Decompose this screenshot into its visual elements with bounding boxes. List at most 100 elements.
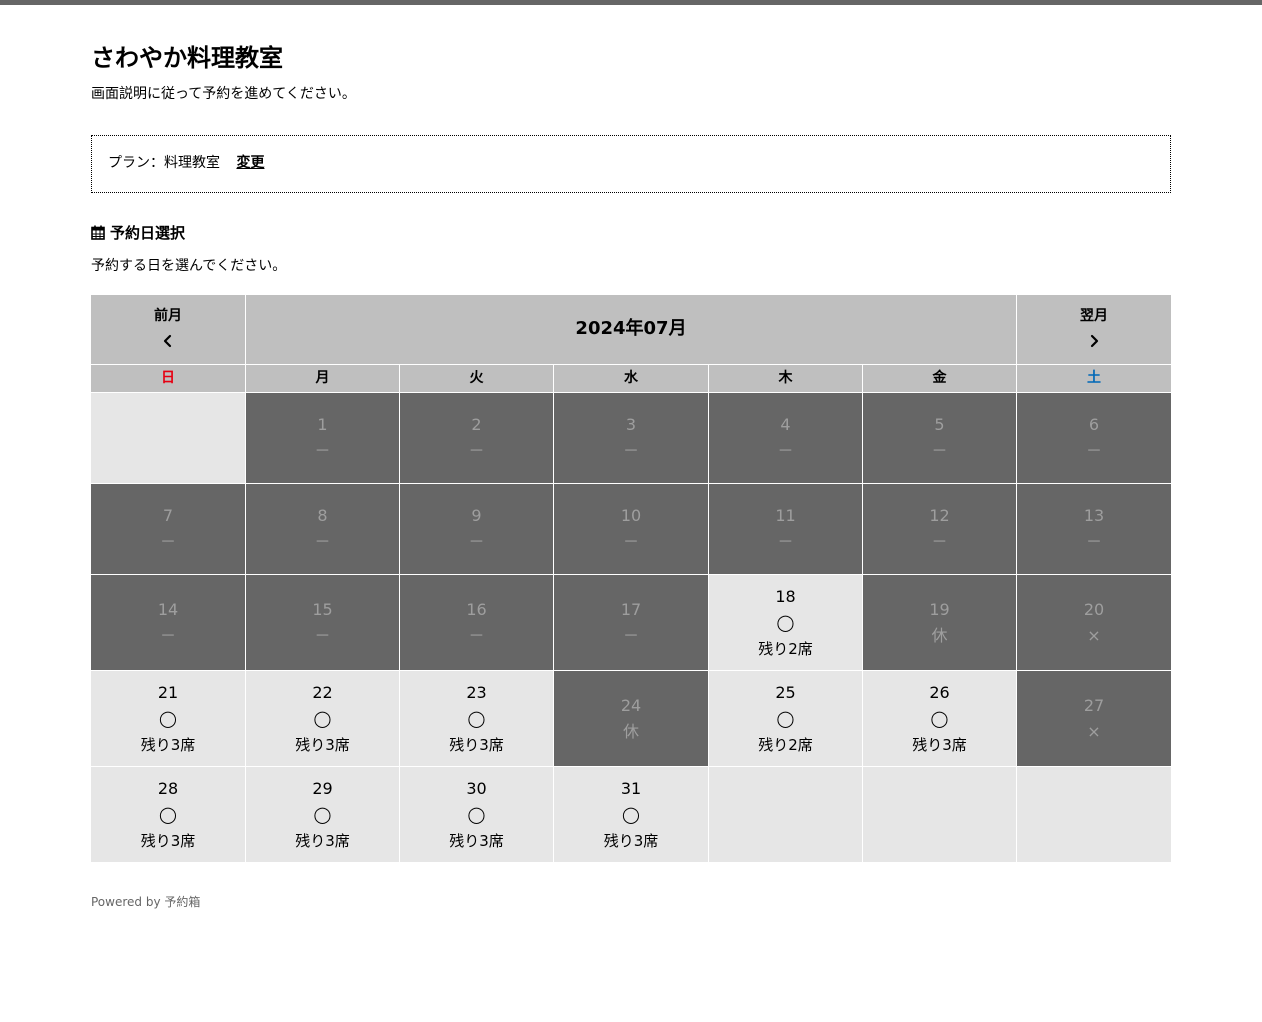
day-number: 3 [625,415,637,434]
calendar-day-unavailable: 9 － [400,484,553,574]
day-number: 16 [466,600,487,619]
calendar-day-unavailable: 4 － [709,393,862,483]
weekday-header-row: 日月火水木金土 [91,365,1171,392]
calendar-day-unavailable: 19 休 [863,575,1016,670]
day-number: 30 [466,779,487,798]
day-number: 17 [620,600,642,619]
calendar-day-unavailable: 24 休 [554,671,708,766]
calendar-day-available[interactable]: 30 ◯ 残り3席 [400,767,553,862]
day-number: 29 [312,779,333,798]
day-availability-mark: ◯ [930,709,949,728]
calendar-day-unavailable: 27 × [1017,671,1171,766]
day-availability-mark: ◯ [159,805,177,824]
day-availability-mark: ◯ [776,709,795,728]
day-number: 12 [929,506,950,525]
day-number: 14 [157,600,179,619]
day-availability-mark: － [159,626,176,645]
day-remaining-seats: 残り3席 [603,832,659,850]
chevron-left-icon [163,334,172,348]
calendar-day-unavailable: 20 × [1017,575,1171,670]
calendar-day-available[interactable]: 18 ◯ 残り2席 [709,575,862,670]
day-remaining-seats: 残り3席 [295,736,350,754]
calendar-empty-cell [863,767,1016,862]
day-number: 18 [775,587,796,606]
date-section-title: 予約日選択 [110,223,186,242]
day-number: 28 [157,779,179,798]
calendar-day-unavailable: 8 － [246,484,399,574]
day-number: 21 [157,683,179,702]
calendar-day-unavailable: 14 － [91,575,245,670]
calendar-month: 2024年07月 [246,295,1016,364]
prev-month-label: 前月 [154,308,182,324]
day-availability-mark: － [314,532,331,551]
day-number: 26 [929,683,950,702]
day-availability-mark: － [622,626,639,645]
calendar-day-available[interactable]: 31 ◯ 残り3席 [554,767,708,862]
weekday-header: 月 [246,365,399,392]
calendar-empty-cell [1017,767,1171,862]
calendar-day-available[interactable]: 25 ◯ 残り2席 [709,671,862,766]
day-number: 20 [1083,600,1105,619]
calendar-day-available[interactable]: 26 ◯ 残り3席 [863,671,1016,766]
calendar-day-available[interactable]: 28 ◯ 残り3席 [91,767,245,862]
day-availability-mark: － [468,626,485,645]
day-number: 6 [1088,415,1100,434]
prev-month-button[interactable]: 前月 [91,295,246,364]
month-label: 2024年07月 [575,318,687,339]
day-availability-mark: ◯ [313,805,332,824]
day-number: 22 [312,683,333,702]
day-remaining-seats: 残り3席 [295,832,350,850]
day-number: 13 [1083,506,1105,525]
weekday-header: 水 [554,365,708,392]
day-remaining-seats: 残り3席 [449,832,504,850]
day-availability-mark: － [1085,532,1102,551]
top-bar [0,0,1262,5]
day-number: 15 [312,600,333,619]
date-section-header: 予約日選択 [91,221,185,243]
day-number: 31 [620,779,642,798]
next-month-button[interactable]: 翌月 [1016,295,1171,364]
day-remaining-seats: 残り2席 [758,640,813,658]
day-number: 7 [162,506,174,525]
weekday-header: 金 [863,365,1016,392]
day-availability-mark: ◯ [159,709,177,728]
day-availability-mark: × [1087,722,1101,741]
weekday-header: 日 [91,365,245,392]
day-remaining-seats: 残り3席 [140,832,196,850]
calendar-day-available[interactable]: 29 ◯ 残り3席 [246,767,399,862]
page-subtitle: 画面説明に従って予約を進めてください。 [91,86,356,102]
day-availability-mark: － [159,532,176,551]
calendar-day-unavailable: 6 － [1017,393,1171,483]
day-availability-mark: － [468,441,485,460]
day-number: 10 [620,506,642,525]
calendar-day-unavailable: 15 － [246,575,399,670]
day-number: 5 [934,415,945,434]
calendar-day-available[interactable]: 23 ◯ 残り3席 [400,671,553,766]
calendar-day-available[interactable]: 22 ◯ 残り3席 [246,671,399,766]
calendar-empty-cell [91,393,245,483]
day-number: 1 [317,415,328,434]
day-remaining-seats: 残り3席 [449,736,504,754]
day-availability-mark: － [777,532,794,551]
day-availability-mark: － [468,532,485,551]
weekday-header: 木 [709,365,862,392]
day-number: 19 [929,600,950,619]
chevron-right-icon [1090,334,1099,348]
plan-change-link[interactable]: 変更 [236,155,264,171]
calendar-icon [91,225,105,240]
day-availability-mark: － [622,532,639,551]
day-availability-mark: ◯ [467,709,486,728]
day-number: 8 [317,506,328,525]
day-availability-mark: － [931,532,948,551]
day-number: 11 [775,506,796,525]
calendar-day-available[interactable]: 21 ◯ 残り3席 [91,671,245,766]
calendar-day-unavailable: 13 － [1017,484,1171,574]
day-number: 9 [471,506,482,525]
next-month-label: 翌月 [1080,308,1108,324]
day-number: 4 [780,415,791,434]
day-availability-mark: － [1085,441,1102,460]
calendar-nav: 前月 2024年07月 翌月 [91,295,1171,364]
footer-powered-by: Powered by 予約箱 [91,895,201,909]
calendar-day-unavailable: 3 － [554,393,708,483]
calendar-day-unavailable: 10 － [554,484,708,574]
